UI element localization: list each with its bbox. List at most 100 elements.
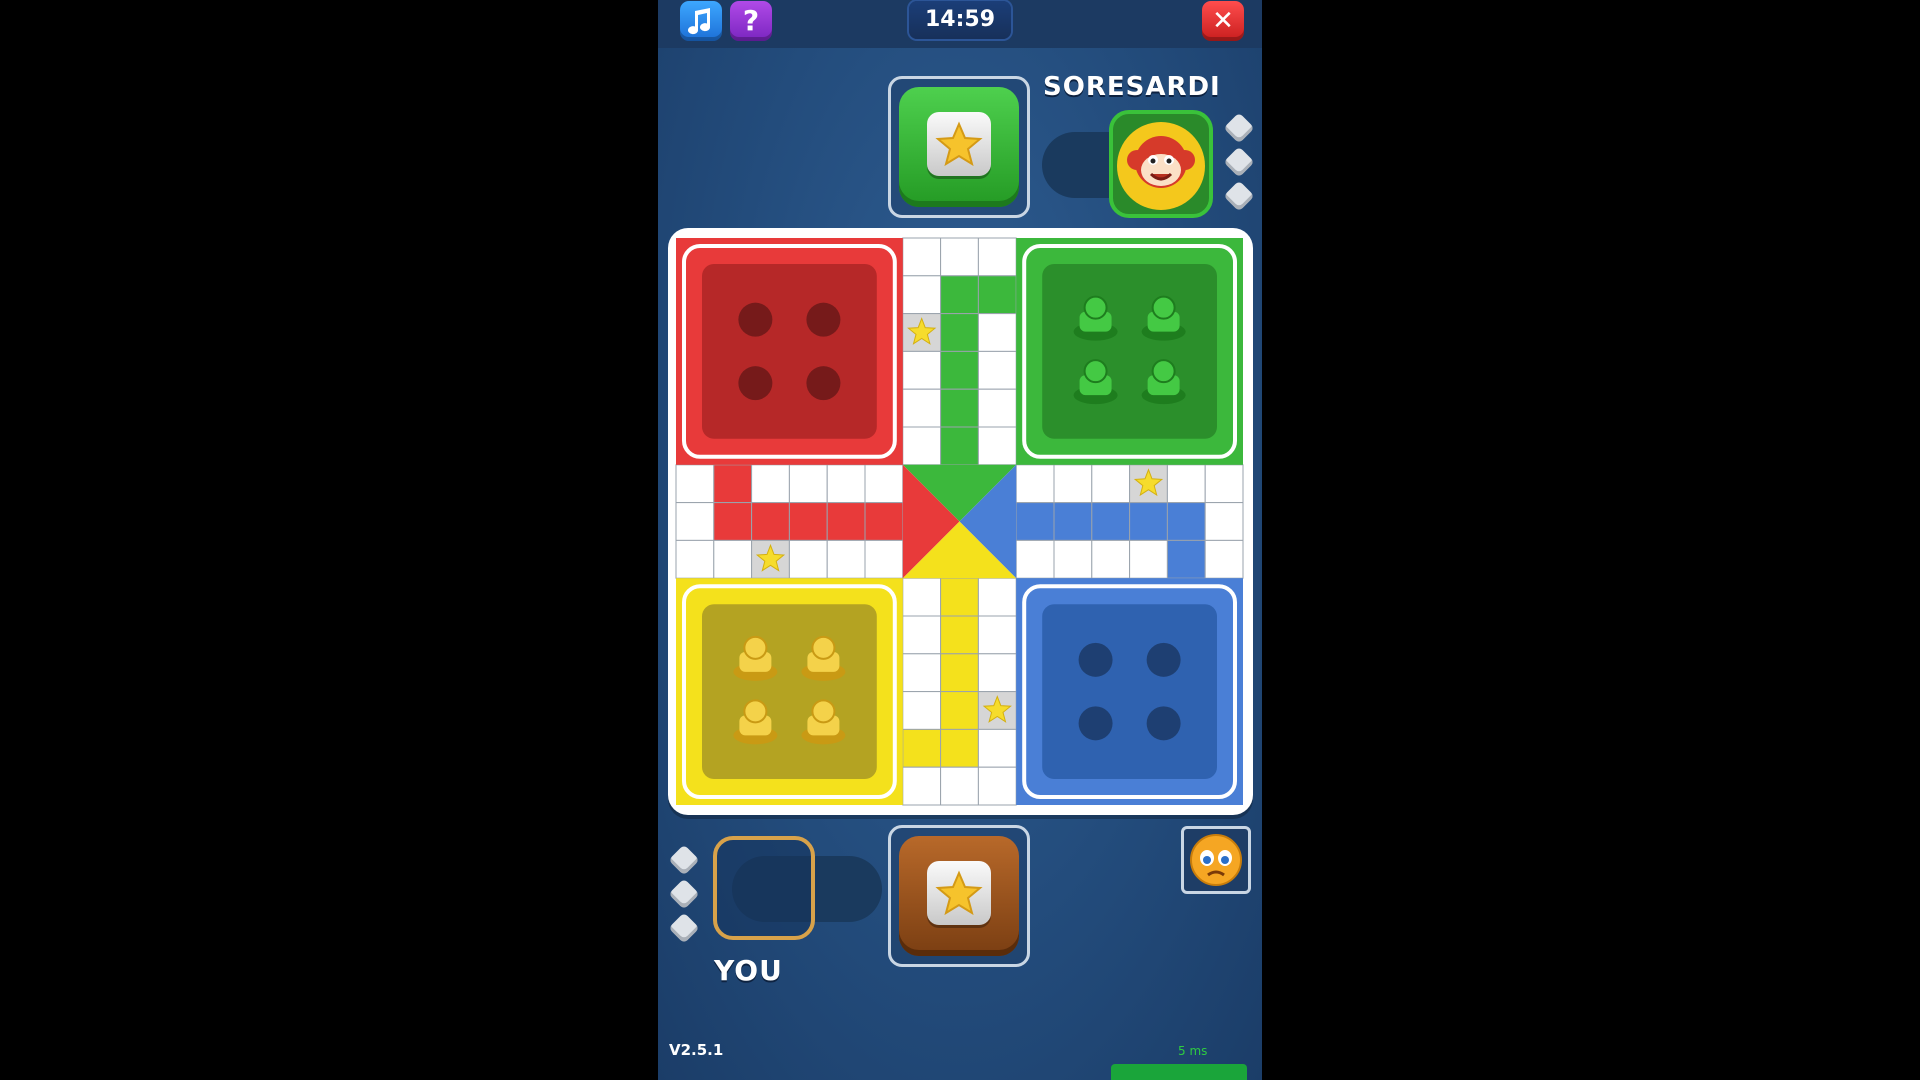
board-cell xyxy=(1204,539,1244,579)
game-timer: 14:59 xyxy=(909,1,1011,39)
board-cell xyxy=(977,237,1017,277)
pawn-slot-empty xyxy=(806,366,841,401)
player-dice-slot[interactable] xyxy=(888,825,1030,967)
pawn-yellow xyxy=(811,635,836,660)
board-cell xyxy=(1204,464,1244,504)
board-cell xyxy=(977,313,1017,352)
board-cell xyxy=(713,539,753,579)
board-cell xyxy=(977,388,1017,428)
opponent-avatar[interactable] xyxy=(1109,110,1213,218)
pawn-green xyxy=(1083,295,1108,320)
board-cell xyxy=(1166,464,1206,504)
board-cell xyxy=(675,539,715,579)
board-cell xyxy=(675,464,715,504)
pawn-slot-empty xyxy=(1078,706,1113,741)
opponent-dice-slot[interactable] xyxy=(888,76,1030,218)
yard-inner xyxy=(702,604,877,779)
board-cell xyxy=(864,502,904,541)
board-cell xyxy=(977,766,1017,806)
board-cell xyxy=(1091,464,1131,504)
pawn-yellow xyxy=(743,699,768,724)
board-cell xyxy=(1053,539,1093,579)
opponent-name: SORESARDI xyxy=(1043,72,1221,102)
ping-label: 5 ms xyxy=(1178,1044,1208,1058)
board-cell xyxy=(788,502,828,541)
music-note-icon xyxy=(688,8,711,35)
board-cell xyxy=(1166,502,1206,541)
board-cell xyxy=(940,237,979,277)
die-icon xyxy=(668,878,700,910)
pawn-yellow xyxy=(811,699,836,724)
board-cell xyxy=(751,464,790,504)
board-cell xyxy=(751,502,790,541)
pawn-slot-empty xyxy=(1146,706,1181,741)
board-cell xyxy=(940,577,979,617)
yard-inner xyxy=(702,264,877,439)
board-cell xyxy=(902,237,942,277)
board-cell xyxy=(977,653,1017,693)
board-cell xyxy=(940,766,979,806)
board-cell xyxy=(826,502,866,541)
die-icon xyxy=(668,912,700,944)
die-icon xyxy=(668,844,700,876)
board-cell xyxy=(713,502,753,541)
board-cell xyxy=(977,577,1017,617)
close-icon: ✕ xyxy=(1212,6,1234,36)
board-cell xyxy=(1015,539,1055,579)
board-cell xyxy=(1015,502,1055,541)
board-cell xyxy=(902,691,942,730)
board-cell xyxy=(977,426,1017,466)
die-icon xyxy=(1223,180,1255,212)
board-cell xyxy=(826,464,866,504)
pawn-green xyxy=(1151,359,1176,384)
pawn-slot-empty xyxy=(1078,642,1113,677)
board-cell xyxy=(977,275,1017,315)
pawn-green xyxy=(1151,295,1176,320)
ludo-board xyxy=(668,228,1253,815)
player-dice-button[interactable] xyxy=(899,836,1019,956)
board-cell xyxy=(902,615,942,655)
board-cell xyxy=(1015,464,1055,504)
board-cell xyxy=(713,464,753,504)
board-cell xyxy=(940,426,979,466)
board-cell xyxy=(940,388,979,428)
board-cell xyxy=(902,728,942,768)
pawn-slot-empty xyxy=(1146,642,1181,677)
board-cell xyxy=(788,464,828,504)
emoji-button[interactable] xyxy=(1181,826,1251,894)
board-cell xyxy=(940,350,979,390)
board-cell xyxy=(1053,502,1093,541)
board-grid xyxy=(675,237,1244,806)
help-button[interactable]: ? xyxy=(730,1,772,41)
music-button[interactable] xyxy=(680,1,722,41)
board-cell xyxy=(1166,539,1206,579)
yard-inner xyxy=(1042,604,1217,779)
close-button[interactable]: ✕ xyxy=(1202,1,1244,41)
star-icon xyxy=(935,121,983,167)
help-icon: ? xyxy=(742,4,760,37)
board-cell xyxy=(1204,502,1244,541)
board-cell xyxy=(788,539,828,579)
star-icon xyxy=(935,870,983,916)
board-cell xyxy=(1053,464,1093,504)
board-cell xyxy=(826,539,866,579)
bottom-action-button[interactable] xyxy=(1111,1064,1247,1080)
board-cell xyxy=(940,653,979,693)
board-cell xyxy=(902,766,942,806)
board-cell xyxy=(864,464,904,504)
pawn-slot-empty xyxy=(738,366,773,401)
player-avatar[interactable] xyxy=(713,836,815,940)
pawn-slot-empty xyxy=(806,302,841,337)
pawn-yellow xyxy=(743,635,768,660)
board-cell xyxy=(902,426,942,466)
board-cell xyxy=(902,388,942,428)
board-cell xyxy=(1129,539,1168,579)
board-cell xyxy=(902,275,942,315)
opponent-dice-button[interactable] xyxy=(899,87,1019,207)
board-cell xyxy=(940,691,979,730)
board-cell xyxy=(940,615,979,655)
board-cell xyxy=(902,577,942,617)
board-cell xyxy=(902,653,942,693)
pawn-green xyxy=(1083,359,1108,384)
player-name: YOU xyxy=(714,954,783,987)
